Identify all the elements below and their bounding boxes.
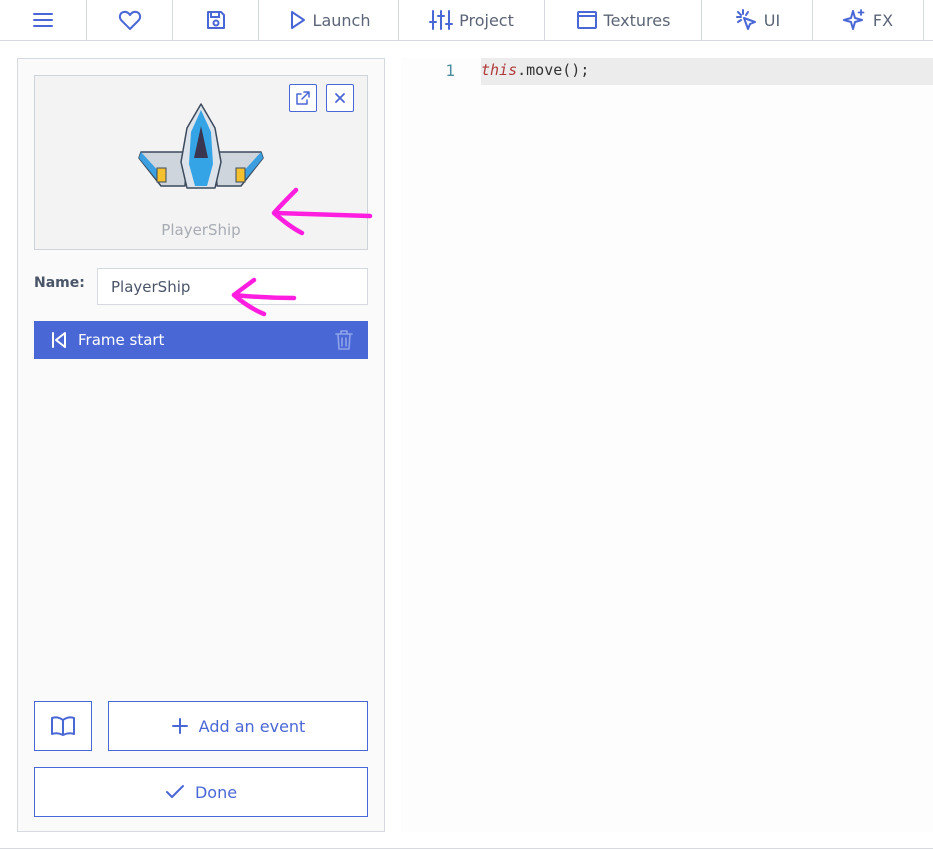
open-texture-button[interactable]	[289, 84, 317, 112]
spaceship-icon	[138, 103, 264, 189]
plus-icon	[171, 718, 188, 734]
textures-icon	[576, 11, 597, 29]
code-keyword: this	[481, 61, 518, 79]
event-frame-start[interactable]: Frame start	[34, 321, 368, 359]
favorite-button[interactable]	[87, 0, 173, 40]
project-label: Project	[459, 10, 514, 30]
line-number: 1	[445, 61, 455, 80]
name-input[interactable]	[97, 268, 368, 305]
preview-caption: PlayerShip	[161, 221, 241, 239]
book-icon	[51, 716, 75, 736]
code-text: .move();	[517, 61, 590, 79]
launch-label: Launch	[312, 10, 371, 30]
textures-label: Textures	[603, 10, 671, 30]
check-icon	[165, 785, 184, 798]
delete-event-button[interactable]	[334, 329, 354, 351]
ui-button[interactable]: UI	[702, 0, 813, 40]
template-panel: PlayerShip Name: Frame start Add an even…	[17, 58, 385, 832]
fx-label: FX	[872, 10, 894, 30]
texture-preview[interactable]: PlayerShip	[34, 75, 368, 250]
save-icon	[206, 11, 225, 29]
sparkles-icon	[842, 9, 865, 30]
fx-button[interactable]: FX	[813, 0, 924, 40]
code-line[interactable]: this.move();	[481, 61, 589, 79]
name-label: Name:	[34, 275, 85, 291]
done-label: Done	[194, 782, 238, 802]
menu-button[interactable]	[0, 0, 87, 40]
menu-icon	[33, 13, 53, 27]
close-icon	[335, 93, 345, 103]
docs-button[interactable]	[34, 701, 92, 751]
launch-button[interactable]: Launch	[259, 0, 399, 40]
code-editor[interactable]: 1 this.move();	[401, 58, 933, 832]
ui-icon	[735, 9, 756, 30]
trash-icon	[335, 330, 353, 350]
project-button[interactable]: Project	[399, 0, 545, 40]
external-link-icon	[296, 91, 310, 105]
heart-icon	[118, 10, 141, 30]
add-event-label: Add an event	[198, 716, 306, 736]
bottom-divider	[0, 848, 933, 849]
sliders-icon	[429, 10, 454, 30]
done-button[interactable]: Done	[34, 767, 368, 817]
textures-button[interactable]: Textures	[545, 0, 702, 40]
event-label: Frame start	[78, 331, 165, 349]
play-icon	[290, 11, 305, 29]
save-button[interactable]	[173, 0, 259, 40]
remove-texture-button[interactable]	[326, 84, 354, 112]
ui-label: UI	[763, 10, 781, 30]
skip-back-icon	[52, 332, 66, 348]
top-toolbar: Launch Project Textures UI FX	[0, 0, 933, 41]
add-event-button[interactable]: Add an event	[108, 701, 368, 751]
